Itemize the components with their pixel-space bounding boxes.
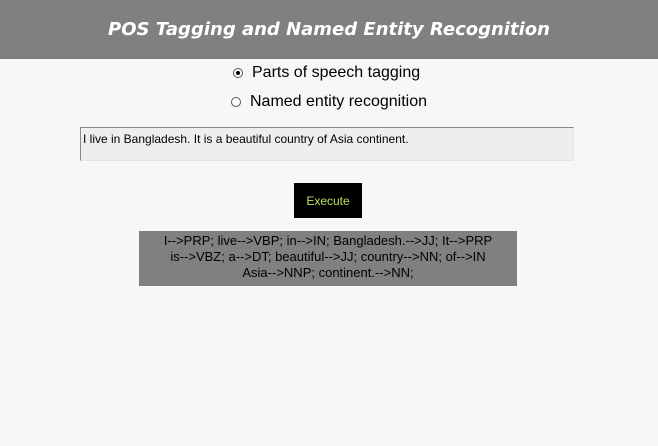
- radio-named-entity[interactable]: [231, 97, 241, 107]
- page-title: POS Tagging and Named Entity Recognition: [108, 19, 550, 40]
- option-named-entity[interactable]: Named entity recognition: [231, 93, 427, 111]
- output-line: is-->VBZ; a-->DT; beautiful-->JJ; countr…: [170, 249, 486, 264]
- option-pos-tagging[interactable]: Parts of speech tagging: [233, 64, 420, 82]
- option-named-entity-label: Named entity recognition: [250, 93, 427, 110]
- output-line: I-->PRP; live-->VBP; in-->IN; Bangladesh…: [163, 233, 493, 248]
- option-pos-tagging-label: Parts of speech tagging: [252, 64, 421, 81]
- page-header: POS Tagging and Named Entity Recognition: [0, 0, 658, 59]
- execute-button[interactable]: Execute: [294, 183, 362, 218]
- output-line: Asia-->NNP; continent.-->NN;: [242, 265, 414, 280]
- radio-pos-tagging[interactable]: [233, 68, 243, 78]
- tagging-output: I-->PRP; live-->VBP; in-->IN; Bangladesh…: [139, 231, 517, 286]
- sentence-input[interactable]: I live in Bangladesh. It is a beautiful …: [80, 127, 574, 161]
